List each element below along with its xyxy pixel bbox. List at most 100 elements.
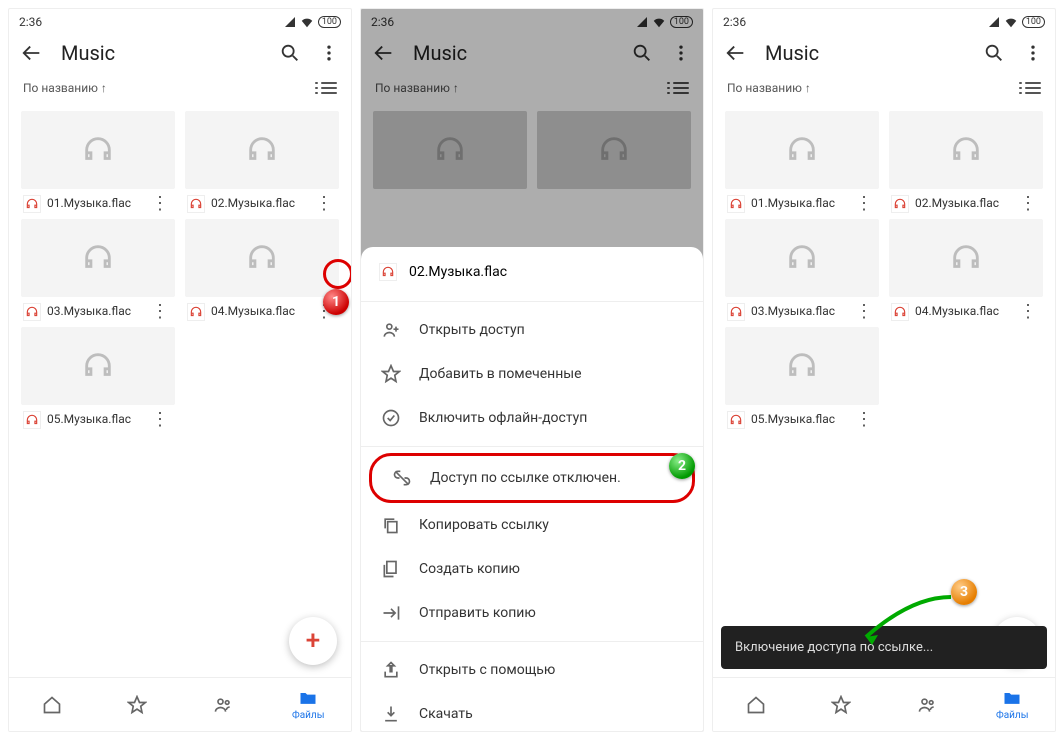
file-tile[interactable]: 03.Музыка.flac ⋮ bbox=[725, 219, 879, 321]
file-tile[interactable]: 02.Музыка.flac ⋮ bbox=[889, 111, 1043, 213]
open-icon bbox=[381, 660, 401, 680]
nav-starred[interactable] bbox=[95, 678, 181, 731]
audio-badge-icon bbox=[187, 195, 205, 213]
folder-icon bbox=[1002, 688, 1022, 708]
status-time: 2:36 bbox=[723, 15, 746, 29]
sort-label[interactable]: По названию ↑ bbox=[23, 81, 107, 95]
sort-bar: По названию ↑ bbox=[713, 75, 1055, 103]
send-icon bbox=[381, 603, 401, 623]
folder-icon bbox=[298, 688, 318, 708]
search-icon[interactable] bbox=[279, 42, 301, 64]
file-tile[interactable]: 02.Музыка.flac ⋮ bbox=[185, 111, 339, 213]
annotation-callout-1: 1 bbox=[323, 289, 349, 315]
signal-icon bbox=[284, 16, 296, 28]
audio-badge-icon bbox=[727, 411, 745, 429]
nav-files[interactable]: Файлы bbox=[970, 678, 1056, 731]
audio-badge-icon bbox=[23, 303, 41, 321]
sheet-item-label: Открыть доступ bbox=[419, 322, 525, 338]
file-name: 02.Музыка.flac bbox=[211, 197, 305, 211]
sort-label[interactable]: По названию ↑ bbox=[727, 81, 811, 95]
file-more-icon[interactable]: ⋮ bbox=[147, 411, 173, 429]
annotation-arrow bbox=[851, 587, 961, 657]
app-bar: Music bbox=[9, 31, 351, 75]
file-name: 03.Музыка.flac bbox=[751, 305, 845, 319]
plus-icon: + bbox=[306, 626, 320, 656]
sheet-offline[interactable]: Включить офлайн-доступ bbox=[361, 396, 703, 440]
nav-files-label: Файлы bbox=[996, 710, 1028, 721]
file-tile[interactable]: 05.Музыка.flac⋮ bbox=[21, 327, 175, 429]
divider bbox=[361, 446, 703, 447]
sheet-item-label: Включить офлайн-доступ bbox=[419, 410, 587, 426]
fab-new[interactable]: + bbox=[289, 617, 337, 665]
sheet-makecopy[interactable]: Создать копию bbox=[361, 547, 703, 591]
nav-home[interactable] bbox=[9, 678, 95, 731]
page-title: Music bbox=[765, 41, 965, 65]
sheet-copylink[interactable]: Копировать ссылку bbox=[361, 503, 703, 547]
file-name: 05.Музыка.flac bbox=[751, 413, 845, 427]
headphones-icon bbox=[785, 349, 819, 383]
file-more-icon[interactable]: ⋮ bbox=[147, 195, 173, 213]
more-icon[interactable] bbox=[1023, 43, 1043, 63]
nav-starred[interactable] bbox=[799, 678, 885, 731]
file-tile[interactable]: 01.Музыка.flac⋮ bbox=[725, 111, 879, 213]
sheet-item-label: Скачать bbox=[419, 706, 473, 722]
headphones-icon bbox=[81, 133, 115, 167]
sheet-item-label: Открыть с помощью bbox=[419, 662, 555, 678]
nav-shared[interactable] bbox=[180, 678, 266, 731]
file-more-icon[interactable]: ⋮ bbox=[147, 303, 173, 321]
audio-badge-icon bbox=[891, 195, 909, 213]
nav-files[interactable]: Файлы bbox=[266, 678, 352, 731]
file-more-icon[interactable]: ⋮ bbox=[851, 303, 877, 321]
people-icon bbox=[213, 695, 233, 715]
search-icon[interactable] bbox=[983, 42, 1005, 64]
more-icon[interactable] bbox=[319, 43, 339, 63]
sheet-share[interactable]: Открыть доступ bbox=[361, 308, 703, 352]
back-icon[interactable] bbox=[725, 42, 747, 64]
annotation-callout-2: 2 bbox=[669, 453, 695, 479]
phone-screen-2: 2:36 100 Music По названию ↑ 02.Музыка.f… bbox=[360, 8, 704, 732]
status-bar: 2:36 100 bbox=[9, 9, 351, 31]
star-icon bbox=[381, 364, 401, 384]
file-more-icon[interactable]: ⋮ bbox=[1015, 195, 1041, 213]
file-more-icon[interactable]: ⋮ bbox=[311, 195, 337, 213]
back-icon[interactable] bbox=[21, 42, 43, 64]
file-thumb bbox=[185, 111, 339, 189]
home-icon bbox=[746, 695, 766, 715]
nav-home[interactable] bbox=[713, 678, 799, 731]
home-icon bbox=[42, 695, 62, 715]
view-toggle-icon[interactable] bbox=[321, 82, 337, 94]
sheet-download[interactable]: Скачать bbox=[361, 692, 703, 731]
file-tile[interactable]: 04.Музыка.flac⋮ bbox=[889, 219, 1043, 321]
sheet-star[interactable]: Добавить в помеченные bbox=[361, 352, 703, 396]
audio-badge-icon bbox=[727, 303, 745, 321]
copy-icon bbox=[381, 515, 401, 535]
sheet-link-access[interactable]: Доступ по ссылке отключен. bbox=[369, 453, 695, 503]
wifi-icon bbox=[1004, 15, 1018, 29]
bottom-nav: Файлы bbox=[713, 677, 1055, 731]
file-tile[interactable]: 05.Музыка.flac ⋮ bbox=[725, 327, 879, 429]
sheet-header: 02.Музыка.flac bbox=[361, 247, 703, 295]
headphones-icon bbox=[245, 241, 279, 275]
app-bar: Music bbox=[713, 31, 1055, 75]
file-tile[interactable]: 03.Музыка.flac⋮ bbox=[21, 219, 175, 321]
file-name: 04.Музыка.flac bbox=[211, 305, 305, 319]
status-bar: 2:36 100 bbox=[713, 9, 1055, 31]
view-toggle-icon[interactable] bbox=[1025, 82, 1041, 94]
signal-icon bbox=[988, 16, 1000, 28]
star-icon bbox=[831, 695, 851, 715]
sheet-send[interactable]: Отправить копию bbox=[361, 591, 703, 635]
file-tile[interactable]: 01.Музыка.flac⋮ bbox=[21, 111, 175, 213]
battery-indicator: 100 bbox=[318, 16, 341, 28]
sheet-item-label: Создать копию bbox=[419, 561, 520, 577]
audio-badge-icon bbox=[727, 195, 745, 213]
headphones-icon bbox=[81, 241, 115, 275]
file-tile[interactable]: 04.Музыка.flac⋮ bbox=[185, 219, 339, 321]
file-more-icon[interactable]: ⋮ bbox=[851, 411, 877, 429]
file-grid: 01.Музыка.flac⋮ 02.Музыка.flac ⋮ 03.Музык… bbox=[9, 103, 351, 437]
file-name: 02.Музыка.flac bbox=[915, 197, 1009, 211]
file-more-icon[interactable]: ⋮ bbox=[851, 195, 877, 213]
file-more-icon[interactable]: ⋮ bbox=[1015, 303, 1041, 321]
sheet-openwith[interactable]: Открыть с помощью bbox=[361, 648, 703, 692]
annotation-ring-1 bbox=[323, 259, 352, 289]
nav-shared[interactable] bbox=[884, 678, 970, 731]
